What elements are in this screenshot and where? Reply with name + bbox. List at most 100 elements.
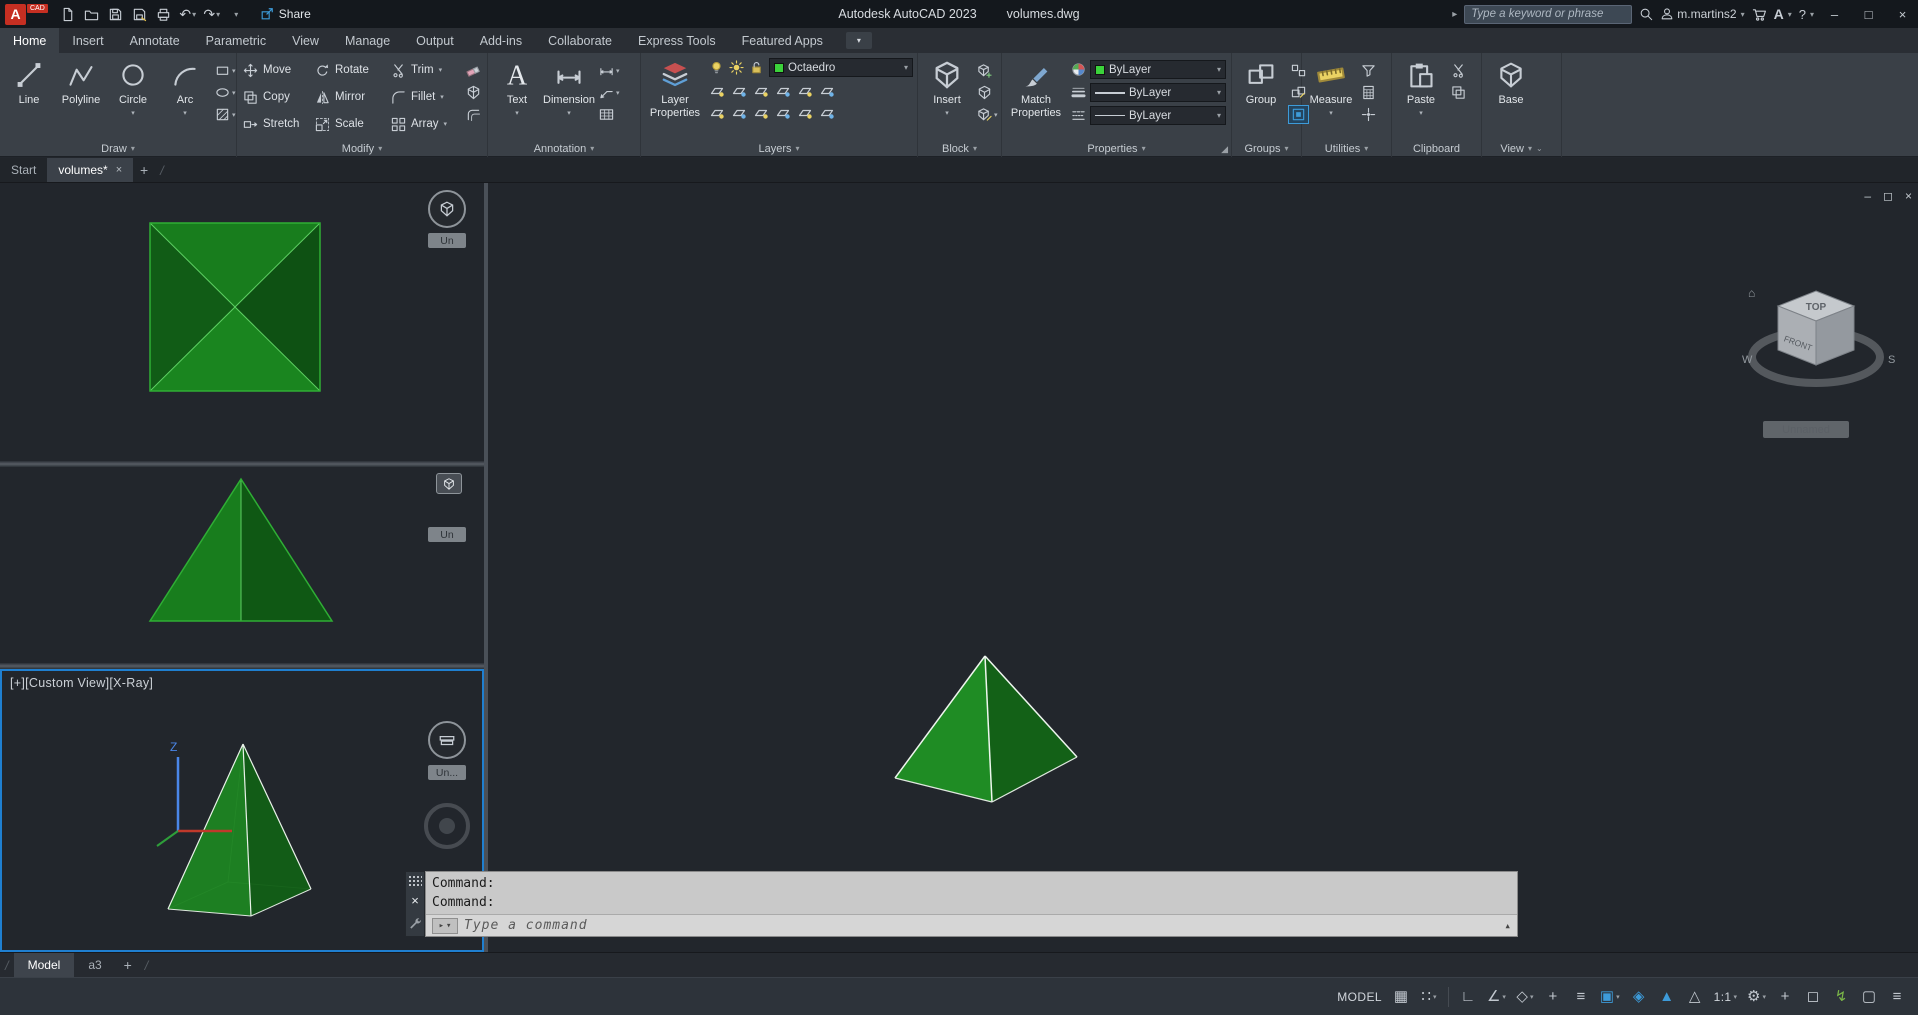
linetype-control-combo[interactable]: ByLayer ▾	[1090, 106, 1226, 125]
layer-on-icon[interactable]	[707, 59, 725, 76]
isolate-objects-icon[interactable]: ◻	[1800, 984, 1826, 1010]
group-button[interactable]: Group	[1235, 53, 1287, 107]
doc-minimize-icon[interactable]: –	[1864, 189, 1871, 203]
plot-icon[interactable]	[152, 2, 176, 26]
pyramid-3d[interactable]	[894, 655, 1078, 803]
write-block-icon[interactable]	[975, 84, 1000, 101]
layer-match-icon[interactable]	[796, 82, 814, 99]
maximize-button[interactable]: □	[1855, 0, 1882, 28]
app-logo[interactable]: A	[5, 3, 26, 25]
undo-icon[interactable]: ↶ ▾	[176, 2, 200, 26]
cart-icon[interactable]	[1752, 7, 1767, 22]
new-drawing-tab-button[interactable]: +	[133, 158, 155, 182]
customization-icon[interactable]: ≡	[1884, 984, 1910, 1010]
pyramid-top-view[interactable]	[149, 222, 321, 392]
viewcube-mini-icon[interactable]	[428, 721, 466, 759]
ribbon-tab-insert[interactable]: Insert	[59, 28, 116, 53]
copy-clip-icon[interactable]	[1449, 84, 1468, 101]
save-icon[interactable]	[104, 2, 128, 26]
modify-trim-button[interactable]: Trim ▾	[391, 57, 465, 83]
panel-label-groups[interactable]: Groups ▾	[1232, 140, 1301, 157]
ribbon-display-toggle[interactable]: ▾	[845, 32, 872, 49]
modify-copy-button[interactable]: Copy	[243, 84, 315, 110]
open-file-icon[interactable]	[80, 2, 104, 26]
ribbon-tab-output[interactable]: Output	[403, 28, 467, 53]
annotation-visibility-icon[interactable]: ▲	[1654, 984, 1680, 1010]
layout-tab-model[interactable]: Model	[13, 953, 75, 977]
layer-delete-icon[interactable]	[774, 104, 792, 121]
offset-icon[interactable]	[464, 106, 483, 123]
quick-calc-icon[interactable]	[1359, 84, 1378, 101]
file-tab-volumes[interactable]: volumes* ×	[47, 158, 134, 182]
file-tab-close-icon[interactable]: ×	[116, 164, 122, 176]
command-customize-icon[interactable]	[409, 918, 422, 931]
panel-label-block[interactable]: Block ▾	[918, 140, 1001, 157]
grid-display-icon[interactable]: ▦	[1388, 984, 1414, 1010]
annotation-monitor-icon[interactable]: +	[1772, 984, 1798, 1010]
viewport-main[interactable]: W S TOP FRONT ⌂ Unnamed	[488, 183, 1918, 952]
layer-isolate-icon[interactable]	[708, 104, 726, 121]
layer-previous-icon[interactable]	[818, 82, 836, 99]
id-point-icon[interactable]	[1359, 106, 1378, 123]
command-close-icon[interactable]: ×	[411, 893, 419, 908]
selection-cycling-icon[interactable]: ▣ ▾	[1596, 984, 1624, 1010]
modify-scale-button[interactable]: Scale	[315, 111, 391, 137]
create-block-icon[interactable]	[975, 62, 1000, 79]
layer-unisolate-icon[interactable]	[730, 104, 748, 121]
graphics-performance-icon[interactable]: ↯	[1828, 984, 1854, 1010]
polar-tracking-icon[interactable]: ∠ ▾	[1483, 984, 1510, 1010]
ribbon-tab-featured-apps[interactable]: Featured Apps	[729, 28, 836, 53]
ribbon-tab-home[interactable]: Home	[0, 28, 60, 53]
command-line-grip[interactable]: ×	[405, 871, 425, 937]
viewcube-ucs-dropdown[interactable]: Unnamed	[1763, 421, 1849, 438]
command-line-window[interactable]: × Command: Command: ▸ ▾ Type a command ▴	[405, 871, 1518, 937]
annotation-dimension-button[interactable]: Dimension ▾	[543, 53, 595, 117]
layer-unlock-icon[interactable]	[747, 59, 765, 76]
viewport-ucs-button[interactable]: Un...	[428, 765, 466, 780]
model-toggle[interactable]: MODEL	[1333, 984, 1386, 1010]
new-file-icon[interactable]	[56, 2, 80, 26]
close-button[interactable]: ×	[1889, 0, 1916, 28]
qat-customize-caret-icon[interactable]: ▾	[224, 2, 248, 26]
object-snap-icon[interactable]: ◈	[1626, 984, 1652, 1010]
modify-rotate-button[interactable]: Rotate	[315, 57, 391, 83]
pyramid-front-view[interactable]	[148, 477, 334, 622]
layer-thaw-icon[interactable]	[727, 59, 745, 76]
panel-label-view[interactable]: View ▾ ⌄	[1482, 140, 1561, 157]
viewport-front-view[interactable]: Un	[0, 467, 484, 663]
drawing-area[interactable]: – ◻ × Un Un [+][Custom View][X-Ray] Z Un…	[0, 183, 1918, 952]
search-input[interactable]: Type a keyword or phrase	[1464, 4, 1633, 24]
paste-button[interactable]: Paste ▾	[1395, 53, 1447, 117]
panel-label-annotation[interactable]: Annotation ▾	[488, 140, 640, 157]
layer-properties-button[interactable]: Layer Properties	[644, 53, 706, 119]
ribbon-tab-express-tools[interactable]: Express Tools	[625, 28, 729, 53]
layer-merge-icon[interactable]	[752, 104, 770, 121]
insert-block-button[interactable]: Insert ▾	[921, 53, 973, 117]
recent-commands-icon[interactable]: ▸ ▾	[432, 917, 458, 934]
layer-state-icon[interactable]	[818, 104, 836, 121]
draw-polyline-button[interactable]: Polyline	[55, 53, 107, 117]
block-editor-icon[interactable]: ▾	[975, 106, 1000, 123]
autodesk-app-menu[interactable]: A ▾	[1774, 6, 1792, 22]
panel-label-properties[interactable]: Properties ▾	[1002, 140, 1231, 157]
viewcube[interactable]: W S TOP FRONT ⌂	[1736, 279, 1906, 419]
erase-icon[interactable]	[464, 62, 483, 79]
viewcube-mini-icon[interactable]	[428, 190, 466, 228]
ortho-mode-icon[interactable]: ∟	[1455, 984, 1481, 1010]
leader-icon[interactable]: ▾	[597, 84, 622, 101]
drag-handle-icon[interactable]	[408, 875, 422, 887]
viewport-ucs-button[interactable]: Un	[428, 233, 466, 248]
save-as-icon[interactable]	[128, 2, 152, 26]
panel-label-layers[interactable]: Layers ▾	[641, 140, 917, 157]
ribbon-tab-view[interactable]: View	[279, 28, 332, 53]
layer-walk-icon[interactable]	[796, 104, 814, 121]
modify-stretch-button[interactable]: Stretch	[243, 111, 315, 137]
command-expand-icon[interactable]: ▴	[1504, 919, 1511, 932]
share-button[interactable]: Share	[260, 7, 311, 21]
modify-array-button[interactable]: Array ▾	[391, 111, 465, 137]
modify-fillet-button[interactable]: Fillet ▾	[391, 84, 465, 110]
lineweight-control-combo[interactable]: ByLayer ▾	[1090, 83, 1226, 102]
modify-move-button[interactable]: Move	[243, 57, 315, 83]
modify-mirror-button[interactable]: Mirror	[315, 84, 391, 110]
layer-color-icon[interactable]	[774, 82, 792, 99]
